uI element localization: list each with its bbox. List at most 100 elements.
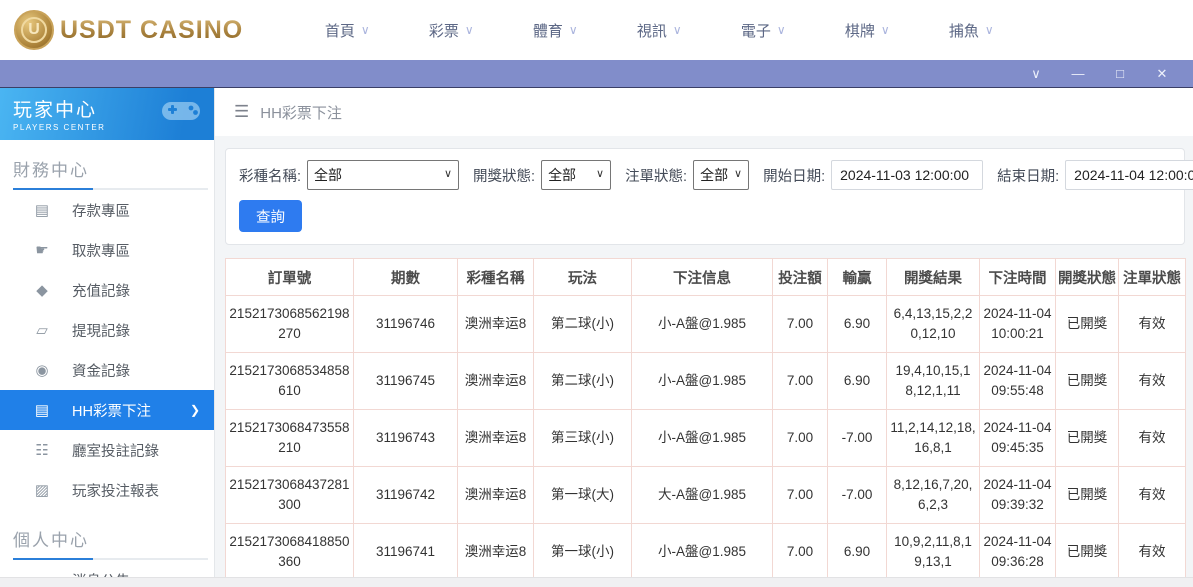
table-cell: 第二球(小) (534, 296, 632, 353)
sidebar-menu: 財務中心▤存款專區❯☛取款專區❯◆充值記錄❯▱提現記錄❯◉資金記錄❯▤HH彩票下… (0, 140, 214, 587)
sidebar-item-存款專區[interactable]: ▤存款專區❯ (0, 190, 214, 230)
close-icon[interactable]: ✕ (1141, 60, 1183, 88)
table-cell: 31196742 (354, 467, 458, 524)
sidebar-item-取款專區[interactable]: ☛取款專區❯ (0, 230, 214, 270)
table-cell: 2152173068562198270 (226, 296, 354, 353)
table-cell: 已開獎 (1056, 296, 1119, 353)
sidebar-item-廳室投註記錄[interactable]: ☷廳室投註記錄❯ (0, 430, 214, 470)
lottery-name-select[interactable]: 全部 (307, 160, 459, 190)
sidebar-section-heading: 財務中心 (0, 140, 214, 190)
sidebar-item-label: 玩家投注報表 (72, 480, 159, 501)
collapse-chevron-icon[interactable]: ∨ (1015, 60, 1057, 88)
nav-label: 彩票 (429, 20, 459, 41)
table-cell: 7.00 (773, 524, 828, 581)
sidebar: 玩家中心 PLAYERS CENTER 財務中心▤存款專區❯☛取款專區❯◆充值記… (0, 88, 215, 587)
column-header: 期數 (354, 259, 458, 296)
sidebar-item-資金記錄[interactable]: ◉資金記錄❯ (0, 350, 214, 390)
sidebar-section-heading: 個人中心 (0, 510, 214, 560)
table-cell: 已開獎 (1056, 353, 1119, 410)
table-cell: 31196741 (354, 524, 458, 581)
logo[interactable]: U USDT CASINO (14, 10, 243, 50)
horizontal-scrollbar[interactable] (0, 577, 1193, 587)
table-cell: 小-A盤@1.985 (632, 353, 773, 410)
column-header: 投注額 (773, 259, 828, 296)
nav-item[interactable]: 體育 ∨ (503, 20, 607, 41)
sidebar-item-label: 廳室投註記錄 (72, 440, 159, 461)
table-cell: 2152173068437281300 (226, 467, 354, 524)
order-status-select[interactable]: 全部 (693, 160, 749, 190)
bets-table: 訂單號期數彩種名稱玩法下注信息投注額輸贏開獎結果下注時間開獎狀態注單狀態 215… (225, 258, 1186, 587)
nav-label: 視訊 (637, 20, 667, 41)
table-cell: 有效 (1119, 410, 1186, 467)
table-cell: 31196746 (354, 296, 458, 353)
table-row: 215217306841885036031196741澳洲幸运8第一球(小)小-… (226, 524, 1186, 581)
chevron-down-icon: ∨ (465, 23, 474, 37)
wallet-icon: ▱ (33, 321, 51, 339)
nav-label: 棋牌 (845, 20, 875, 41)
report-icon: ▨ (33, 481, 51, 499)
table-row: 215217306853485861031196745澳洲幸运8第二球(小)小-… (226, 353, 1186, 410)
search-button[interactable]: 查詢 (239, 200, 302, 232)
table-cell: 小-A盤@1.985 (632, 524, 773, 581)
table-cell: 第二球(小) (534, 353, 632, 410)
chevron-down-icon: ∨ (881, 23, 890, 37)
end-date-label: 結束日期: (997, 165, 1059, 186)
nav-item[interactable]: 棋牌 ∨ (815, 20, 919, 41)
order-status-select-wrap: 全部 (693, 160, 749, 190)
nav-item[interactable]: 彩票 ∨ (399, 20, 503, 41)
sidebar-item-玩家投注報表[interactable]: ▨玩家投注報表❯ (0, 470, 214, 510)
nav-item[interactable]: 電子∨ (711, 20, 815, 41)
minimize-icon[interactable]: — (1057, 60, 1099, 88)
app-body: 玩家中心 PLAYERS CENTER 財務中心▤存款專區❯☛取款專區❯◆充值記… (0, 88, 1193, 587)
table-cell: 澳洲幸运8 (458, 467, 534, 524)
sidebar-item-label: HH彩票下注 (72, 400, 151, 421)
lottery-name-label: 彩種名稱: (239, 165, 301, 186)
logo-coin-icon: U (14, 10, 54, 50)
table-cell: 6,4,13,15,2,20,12,10 (887, 296, 980, 353)
window-controls: ∨—□✕ (1015, 60, 1183, 88)
table-header-row: 訂單號期數彩種名稱玩法下注信息投注額輸贏開獎結果下注時間開獎狀態注單狀態 (226, 259, 1186, 296)
nav-item[interactable]: 首頁∨ (295, 20, 399, 41)
nav-label: 首頁 (325, 20, 355, 41)
table-cell: 11,2,14,12,18,16,8,1 (887, 410, 980, 467)
sidebar-item-label: 提現記錄 (72, 320, 130, 341)
chevron-down-icon: ∨ (985, 23, 994, 37)
lottery-name-select-wrap: 全部 (307, 160, 459, 190)
gamepad-icon (158, 94, 204, 133)
table-cell: 6.90 (828, 296, 887, 353)
main-nav: 首頁∨彩票∨體育∨視訊∨電子∨棋牌∨捕魚∨ (295, 20, 1023, 41)
order-status-label: 注單狀態: (625, 165, 687, 186)
list-icon: ☷ (33, 441, 51, 459)
start-date-input[interactable] (831, 160, 983, 190)
draw-status-select[interactable]: 全部 (541, 160, 611, 190)
table-cell: 6.90 (828, 353, 887, 410)
nav-item[interactable]: 捕魚∨ (919, 20, 1023, 41)
table-cell: 有效 (1119, 296, 1186, 353)
table-cell: 31196743 (354, 410, 458, 467)
table-cell: 2024-11-04 09:45:35 (980, 410, 1056, 467)
sidebar-item-HH彩票下注[interactable]: ▤HH彩票下注❯ (0, 390, 214, 430)
hand-money-icon: ☛ (33, 241, 51, 259)
sidebar-section-title: 個人中心 (13, 526, 214, 551)
sidebar-item-提現記錄[interactable]: ▱提現記錄❯ (0, 310, 214, 350)
end-date-input[interactable] (1065, 160, 1193, 190)
filter-row: 彩種名稱: 全部 開獎狀態: 全部 注單狀態: (239, 160, 1171, 190)
sidebar-item-label: 充值記錄 (72, 280, 130, 301)
chevron-down-icon: ∨ (569, 23, 578, 37)
table-cell: 第一球(大) (534, 467, 632, 524)
nav-item[interactable]: 視訊∨ (607, 20, 711, 41)
money-bag-icon: ◆ (33, 281, 51, 299)
hamburger-menu-icon[interactable]: ☰ (234, 102, 249, 122)
nav-label: 體育 (533, 20, 563, 41)
table-cell: 已開獎 (1056, 467, 1119, 524)
sidebar-item-label: 資金記錄 (72, 360, 130, 381)
column-header: 注單狀態 (1119, 259, 1186, 296)
table-cell: 澳洲幸运8 (458, 353, 534, 410)
table-cell: 7.00 (773, 410, 828, 467)
table-cell: 19,4,10,15,18,12,1,11 (887, 353, 980, 410)
sidebar-item-label: 取款專區 (72, 240, 130, 261)
table-cell: 已開獎 (1056, 524, 1119, 581)
table-wrap: 訂單號期數彩種名稱玩法下注信息投注額輸贏開獎結果下注時間開獎狀態注單狀態 215… (225, 258, 1185, 587)
maximize-icon[interactable]: □ (1099, 60, 1141, 88)
sidebar-item-充值記錄[interactable]: ◆充值記錄❯ (0, 270, 214, 310)
